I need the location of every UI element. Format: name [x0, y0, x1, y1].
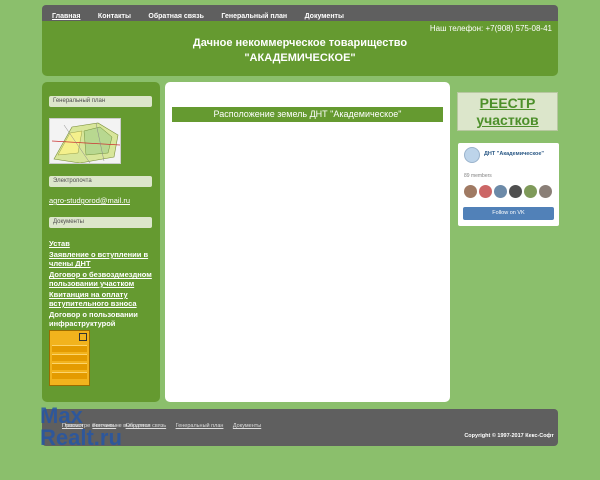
main-content: Расположение земель ДНТ "Академическое"	[165, 82, 450, 402]
watermark-line-1: Max	[40, 403, 83, 428]
watermark: Max Realt.ru	[40, 405, 122, 449]
registry-line-2: участков	[476, 112, 539, 128]
registry-line-1: РЕЕСТР	[479, 95, 536, 111]
phone-number: Наш телефон: +7(908) 575-08-41	[429, 24, 552, 33]
docs-heading: Документы	[49, 217, 152, 228]
registry-button[interactable]: РЕЕСТР участков	[457, 92, 558, 131]
plan-heading: Генеральный план	[49, 96, 152, 107]
watermark-line-2: Realt.ru	[40, 425, 122, 450]
doc-link-free-use-agreement[interactable]: Договор о безвоздмездном пользовании уча…	[49, 270, 157, 288]
vk-widget: ДНТ "Академическое" 89 members Follow on…	[458, 143, 559, 226]
site-title: Дачное некоммерческое товарищество "АКАД…	[42, 36, 558, 66]
copyright: Copyright © 1997-2017 Кекс-Софт	[464, 433, 554, 439]
footer-link-general-plan[interactable]: Генеральный план	[176, 423, 224, 429]
email-link[interactable]: agro-studgorod@mail.ru	[49, 196, 130, 205]
footer-link-documents[interactable]: Документы	[233, 423, 261, 429]
site-header: Наш телефон: +7(908) 575-08-41 Дачное не…	[42, 21, 558, 76]
follow-vk-button[interactable]: Follow on VK	[463, 207, 554, 220]
avatar[interactable]	[479, 185, 492, 198]
visitor-counter[interactable]	[49, 330, 90, 386]
general-plan-thumbnail[interactable]	[49, 118, 121, 164]
arrow-icon	[79, 333, 87, 341]
vk-member-count: 89 members	[464, 173, 492, 179]
avatar[interactable]	[509, 185, 522, 198]
doc-link-fee-receipt[interactable]: Квитанция на оплату вступительного взнос…	[49, 290, 157, 308]
left-sidebar: Генеральный план Электропочта agro-studg…	[42, 82, 160, 402]
doc-link-infrastructure-agreement[interactable]: Договор о пользовании инфраструктурой	[49, 310, 157, 328]
avatar[interactable]	[524, 185, 537, 198]
content-title: Расположение земель ДНТ "Академическое"	[172, 107, 443, 122]
avatar[interactable]	[464, 185, 477, 198]
member-avatars	[464, 185, 554, 203]
email-heading: Электропочта	[49, 176, 152, 187]
top-navigation: Главная Контакты Обратная связь Генераль…	[42, 5, 558, 21]
avatar[interactable]	[539, 185, 552, 198]
group-avatar-icon[interactable]	[464, 147, 480, 163]
title-line-2: "АКАДЕМИЧЕСКОЕ"	[244, 52, 356, 64]
map-icon	[51, 122, 120, 163]
title-line-1: Дачное некоммерческое товарищество	[192, 37, 408, 49]
vk-group-name[interactable]: ДНТ "Академическое"	[484, 151, 544, 157]
doc-link-charter[interactable]: Устав	[49, 239, 157, 248]
doc-link-membership-application[interactable]: Заявление о вступлении в члены ДНТ	[49, 250, 157, 268]
avatar[interactable]	[494, 185, 507, 198]
